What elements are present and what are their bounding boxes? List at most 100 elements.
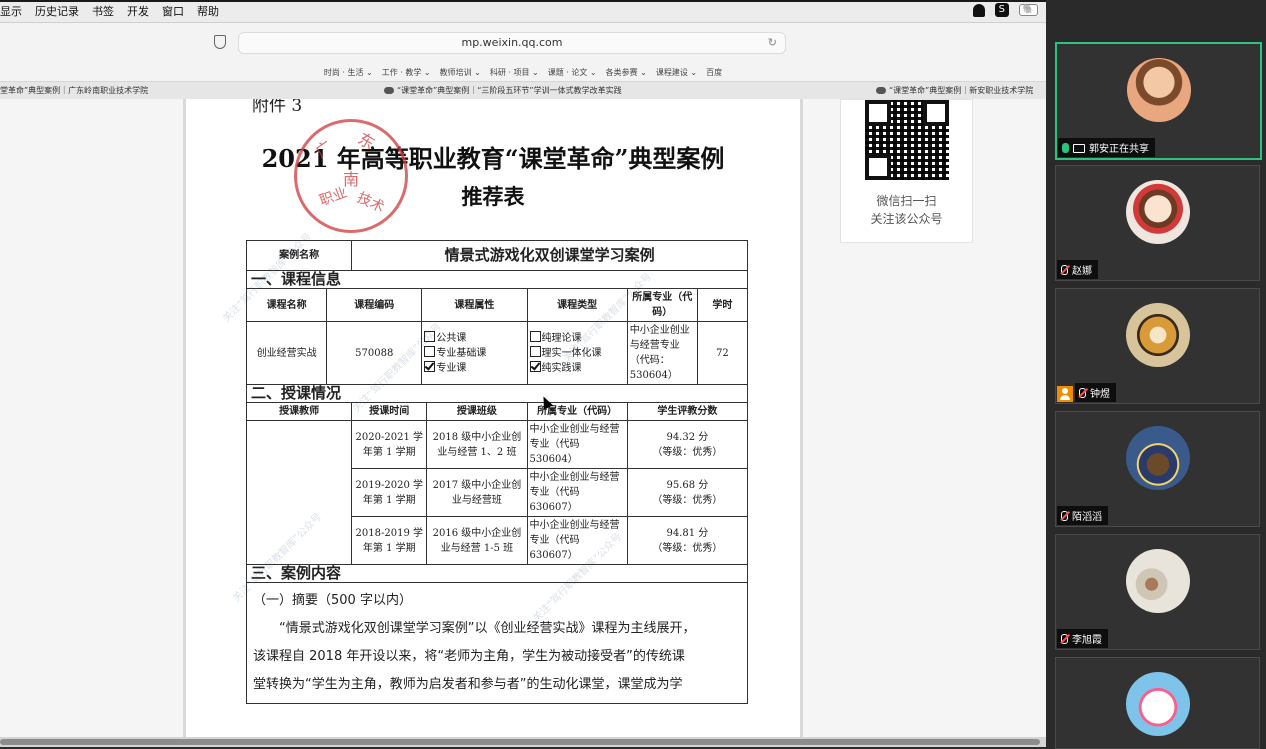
header-cell: 学时 bbox=[696, 288, 749, 322]
header-cell: 课程名称 bbox=[245, 288, 328, 322]
teacher-cell bbox=[245, 420, 353, 565]
checked-checkbox-icon bbox=[424, 360, 436, 372]
participant-tile[interactable]: 赵娜 bbox=[1055, 165, 1260, 281]
teach-class: 2016 级中小企业创业与经营 1-5 班 bbox=[426, 516, 528, 565]
teach-score: 94.32 分（等级：优秀） bbox=[626, 420, 749, 469]
qr-corner bbox=[923, 100, 949, 126]
tiger-avatar bbox=[1126, 303, 1190, 367]
teach-major: 中小企业创业与经营专业（代码 630607） bbox=[526, 468, 628, 517]
course-type: 纯理论课 理实一体化课 纯实践课 bbox=[526, 321, 628, 385]
participants-panel: 郭安正在共享 赵娜 钟煜 陌滔滔 李旭霞 bbox=[1046, 0, 1266, 749]
header-cell: 学生评教分数 bbox=[626, 402, 749, 421]
section-course-info: 一、课程信息 bbox=[246, 270, 748, 289]
teach-class: 2018 级中小企业创业与经营 1、2 班 bbox=[426, 420, 528, 469]
page-content[interactable]: 附件 3 2021 年高等职业教育“课堂革命”典型案例 推荐表 广 东 南 职业… bbox=[0, 99, 1046, 737]
tab-label: 堂革命”典型案例｜广东岭南职业技术学院 bbox=[0, 86, 149, 95]
case-name: 情景式游戏化双创课堂学习案例 bbox=[351, 240, 748, 271]
participant-tile[interactable] bbox=[1055, 657, 1260, 749]
mic-on-icon bbox=[1062, 143, 1069, 153]
battery-icon[interactable]: 🐘 bbox=[1018, 4, 1038, 16]
participant-name-tag: 钟煜 bbox=[1075, 383, 1116, 402]
course-major: 中小企业创业与经营专业（代码：530604） bbox=[626, 321, 698, 385]
top-edge bbox=[0, 0, 1046, 2]
menu-item-history[interactable]: 历史记录 bbox=[35, 3, 79, 19]
bookmark-item[interactable]: 课题 · 论文 ⌄ bbox=[548, 67, 597, 78]
mic-muted-icon bbox=[1079, 388, 1086, 398]
checked-checkbox-icon bbox=[529, 360, 541, 372]
participant-name-tag: 陌滔滔 bbox=[1057, 506, 1108, 525]
header-cell: 课程类型 bbox=[526, 288, 628, 322]
tab-xinan[interactable]: “课堂革命”典型案例｜新安职业技术学院 bbox=[876, 85, 1033, 96]
starry-mona-lisa-avatar bbox=[1126, 426, 1190, 490]
wechat-icon bbox=[384, 87, 394, 94]
header-cell: 授课教师 bbox=[245, 402, 353, 421]
checkbox-icon bbox=[529, 330, 541, 342]
checkbox-icon bbox=[529, 345, 541, 357]
menu-item-develop[interactable]: 开发 bbox=[127, 3, 149, 19]
bookmark-item[interactable]: 时尚 · 生活 ⌄ bbox=[324, 67, 373, 78]
teach-time: 2019-2020 学年第 1 学期 bbox=[351, 468, 428, 517]
address-bar[interactable]: mp.weixin.qq.com ↻ bbox=[238, 32, 786, 54]
participant-tile[interactable]: 陌滔滔 bbox=[1055, 411, 1260, 527]
privacy-shield-icon[interactable] bbox=[214, 35, 226, 49]
qr-code[interactable] bbox=[865, 100, 949, 180]
follow-text: 关注该公众号 bbox=[870, 212, 943, 226]
bookmark-item[interactable]: 工作 · 教学 ⌄ bbox=[382, 67, 431, 78]
summary-line: “情景式游戏化双创课堂学习案例”以《创业经营实战》课程为主线展开， bbox=[279, 621, 696, 636]
course-hours: 72 bbox=[696, 321, 749, 385]
teach-time: 2020-2021 学年第 1 学期 bbox=[351, 420, 428, 469]
qr-corner bbox=[865, 154, 891, 180]
menu-item-view[interactable]: 显示 bbox=[0, 3, 22, 19]
header-cell: 所属专业（代码） bbox=[626, 288, 698, 322]
wechat-follow-card: 微信扫一扫 关注该公众号 bbox=[840, 99, 973, 243]
tabs-bar: 堂革命”典型案例｜广东岭南职业技术学院 “课堂革命”典型案例｜“三阶段五环节”学… bbox=[0, 81, 1046, 100]
summary-line: 该课程自 2018 年开设以来，将“老师为主角，学生为被动接受者”的传统课 bbox=[253, 649, 685, 664]
menu-item-bookmarks[interactable]: 书签 bbox=[92, 3, 114, 19]
document-subtitle: 推荐表 bbox=[461, 184, 525, 209]
status-app-icon[interactable]: S bbox=[994, 3, 1009, 17]
document-image: 附件 3 2021 年高等职业教育“课堂革命”典型案例 推荐表 广 东 南 职业… bbox=[186, 99, 800, 737]
header-cell: 课程属性 bbox=[421, 288, 528, 322]
teach-time: 2018-2019 学年第 1 学期 bbox=[351, 516, 428, 565]
teach-score: 94.81 分（等级：优秀） bbox=[626, 516, 749, 565]
teach-major: 中小企业创业与经营专业（代码 530604） bbox=[526, 420, 628, 469]
course-attribute: 公共课 专业基础课 专业课 bbox=[421, 321, 528, 385]
menu-item-help[interactable]: 帮助 bbox=[197, 3, 219, 19]
bookmark-item[interactable]: 教师培训 ⌄ bbox=[440, 67, 481, 78]
annex-label: 附件 3 bbox=[252, 99, 303, 116]
teach-major: 中小企业创业与经营专业（代码 630607） bbox=[526, 516, 628, 565]
table-row: 2020-2021 学年第 1 学期 2018 级中小企业创业与经营 1、2 班… bbox=[245, 420, 749, 565]
checkbox-icon bbox=[424, 345, 436, 357]
teach-score: 95.68 分（等级：优秀） bbox=[626, 468, 749, 517]
participant-tile-sharing[interactable]: 郭安正在共享 bbox=[1055, 42, 1262, 160]
scrollbar-thumb[interactable] bbox=[0, 739, 1040, 745]
notification-bell-icon[interactable] bbox=[972, 3, 985, 17]
menu-item-window[interactable]: 窗口 bbox=[162, 3, 184, 19]
bookmark-item[interactable]: 百度 bbox=[706, 67, 722, 78]
menu-bar: 显示 历史记录 书签 开发 窗口 帮助 S 🐘 bbox=[0, 0, 1046, 23]
screen-share-icon bbox=[1073, 144, 1085, 153]
bookmarks-bar: 时尚 · 生活 ⌄ 工作 · 教学 ⌄ 教师培训 ⌄ 科研 · 项目 ⌄ 课题 … bbox=[0, 63, 1046, 81]
mic-muted-icon bbox=[1061, 634, 1068, 644]
girl-hands-face-avatar bbox=[1127, 58, 1191, 122]
header-cell: 授课时间 bbox=[351, 402, 428, 421]
tab-three-stage[interactable]: “课堂革命”典型案例｜“三阶段五环节”学训一体式教学改革实践 bbox=[384, 85, 622, 96]
participant-tile[interactable]: 李旭霞 bbox=[1055, 534, 1260, 650]
participant-name-tag: 郭安正在共享 bbox=[1058, 138, 1155, 157]
participant-tile[interactable]: 钟煜 bbox=[1055, 288, 1260, 404]
recommendation-table: 案例名称 情景式游戏化双创课堂学习案例 一、课程信息 课程名称 课程编码 课程属… bbox=[245, 240, 749, 704]
reload-icon[interactable]: ↻ bbox=[768, 33, 777, 53]
course-name: 创业经营实战 bbox=[245, 321, 328, 385]
participant-name-tag: 李旭霞 bbox=[1057, 629, 1108, 648]
horizontal-scrollbar[interactable] bbox=[0, 737, 1046, 747]
document-title: 2021 年高等职业教育“课堂革命”典型案例 bbox=[261, 144, 725, 173]
bookmark-item[interactable]: 各类参赛 ⌄ bbox=[606, 67, 647, 78]
host-icon bbox=[1057, 386, 1073, 402]
url-text: mp.weixin.qq.com bbox=[461, 36, 563, 49]
tab-guangdong-lingnan[interactable]: 堂革命”典型案例｜广东岭南职业技术学院 bbox=[0, 85, 148, 96]
bookmark-item[interactable]: 课程建设 ⌄ bbox=[656, 67, 697, 78]
checkbox-icon bbox=[424, 330, 436, 342]
bookmark-item[interactable]: 科研 · 项目 ⌄ bbox=[490, 67, 539, 78]
tab-label: “课堂革命”典型案例｜“三阶段五环节”学训一体式教学改革实践 bbox=[397, 86, 622, 95]
wechat-icon bbox=[876, 87, 886, 94]
